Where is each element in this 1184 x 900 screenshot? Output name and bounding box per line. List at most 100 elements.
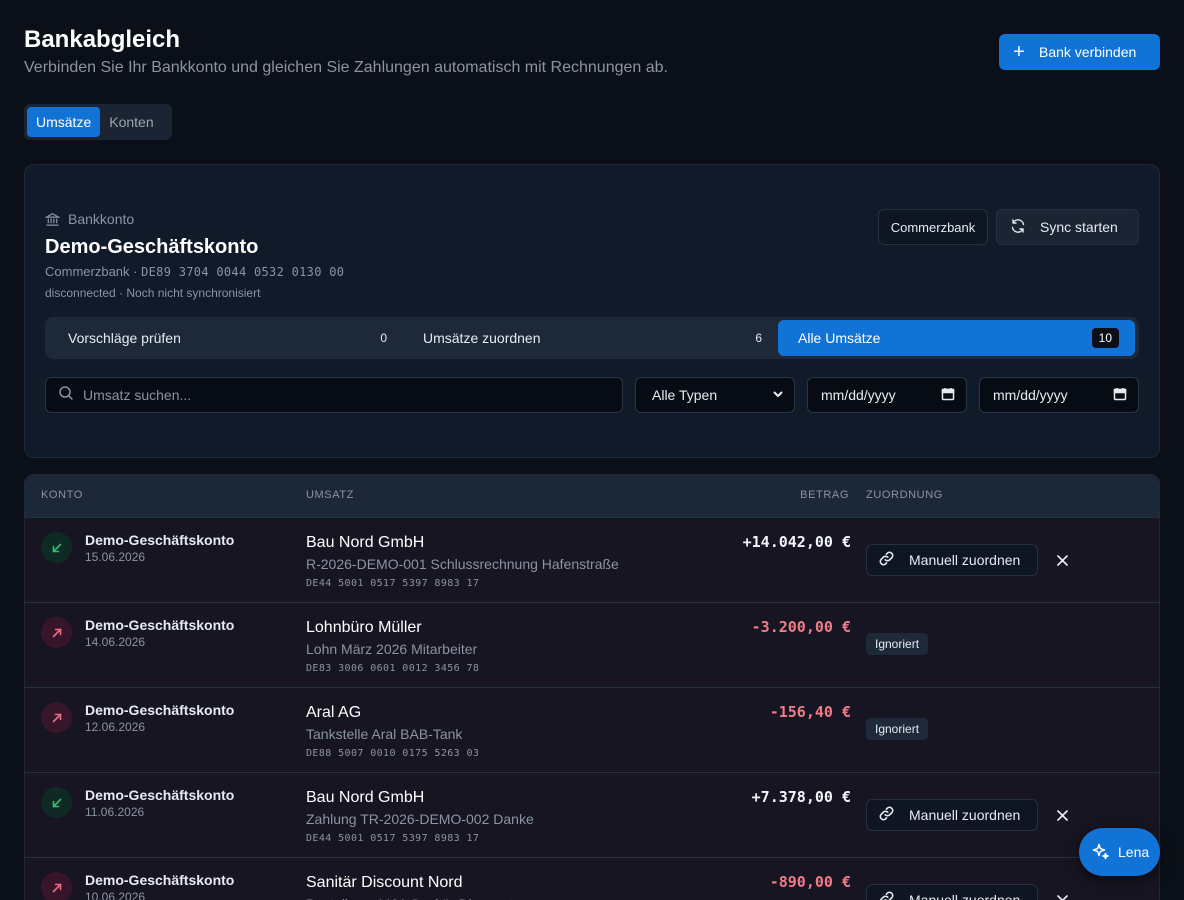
row-account: Demo-Geschäftskonto: [85, 702, 235, 718]
bank-select-button[interactable]: Commerzbank: [878, 209, 988, 245]
view-tabs: Umsätze Konten: [24, 104, 172, 140]
table-row[interactable]: Demo-Geschäftskonto 14.06.2026 Lohnbüro Mü…: [25, 602, 1159, 687]
link-icon: [878, 550, 895, 570]
row-amount: -890,00 €: [769, 873, 851, 891]
manual-assign-button[interactable]: Manuell zuordnen: [866, 544, 1038, 576]
row-date: 10.06.2026: [85, 890, 146, 900]
calendar-icon[interactable]: [941, 387, 955, 404]
manual-assign-label: Manuell zuordnen: [909, 552, 1021, 568]
manual-assign-label: Manuell zuordnen: [909, 807, 1021, 823]
table-row[interactable]: Demo-Geschäftskonto 15.06.2026 Bau Nord Gm…: [25, 517, 1159, 602]
row-amount: +7.378,00 €: [751, 788, 851, 806]
account-iban: DE89 3704 0044 0532 0130 00: [141, 265, 345, 279]
page-subtitle: Verbinden Sie Ihr Bankkonto und gleichen…: [24, 59, 668, 76]
row-purpose: Bestellung 4431 Sanitär Discount: [306, 896, 513, 900]
type-select[interactable]: Alle Typen: [635, 377, 795, 413]
close-icon[interactable]: [1052, 803, 1072, 827]
row-amount: +14.042,00 €: [742, 533, 851, 551]
segment-label: Vorschläge prüfen: [68, 330, 181, 346]
table-row[interactable]: Demo-Geschäftskonto 10.06.2026 Sanitär Dis…: [25, 857, 1159, 900]
tab-umsaetze[interactable]: Umsätze: [27, 107, 101, 137]
date-to-value: mm/dd/yyyy: [993, 387, 1068, 403]
segment-vorschlaege[interactable]: Vorschläge prüfen 0: [48, 320, 403, 356]
row-counterparty: Lohnbüro Müller: [306, 619, 422, 636]
table-row[interactable]: Demo-Geschäftskonto 11.06.2026 Bau Nord Gm…: [25, 772, 1159, 857]
column-header-betrag: BETRAG: [800, 489, 849, 501]
account-status: disconnected · Noch nicht synchronisiert: [45, 286, 261, 300]
segment-alle[interactable]: Alle Umsätze 10: [778, 320, 1135, 356]
row-iban: DE44 5001 0517 5397 8983 17: [306, 578, 480, 589]
bank-account-card: Bankkonto Demo-Geschäftskonto Commerzban…: [24, 164, 1160, 458]
row-purpose: Zahlung TR-2026-DEMO-002 Danke: [306, 811, 534, 827]
column-header-umsatz: UMSATZ: [306, 489, 355, 501]
segment-count: 10: [1091, 328, 1119, 348]
tab-konten[interactable]: Konten: [100, 107, 162, 137]
arrow-up-right-icon: [41, 872, 72, 900]
manual-assign-label: Manuell zuordnen: [909, 892, 1021, 900]
row-amount: -156,40 €: [769, 703, 851, 721]
transactions-table: KONTO UMSATZ BETRAG ZUORDNUNG Demo-Gesch…: [24, 474, 1160, 900]
search-input[interactable]: [83, 387, 603, 403]
row-iban: DE83 3006 0601 0012 3456 78: [306, 663, 480, 674]
calendar-icon[interactable]: [1113, 387, 1127, 404]
ignored-badge: Ignoriert: [866, 633, 929, 655]
account-separator: ·: [133, 264, 138, 279]
row-account: Demo-Geschäftskonto: [85, 872, 235, 888]
arrow-up-right-icon: [41, 702, 72, 733]
account-details: Commerzbank · DE89 3704 0044 0532 0130 0…: [45, 264, 344, 279]
connect-bank-button[interactable]: + Bank verbinden: [999, 34, 1160, 70]
sync-label: Sync starten: [1040, 219, 1118, 235]
row-counterparty: Sanitär Discount Nord: [306, 874, 463, 891]
manual-assign-button[interactable]: Manuell zuordnen: [866, 799, 1038, 831]
row-amount: -3.200,00 €: [751, 618, 851, 636]
plus-icon: +: [1013, 41, 1025, 63]
row-counterparty: Bau Nord GmbH: [306, 789, 425, 806]
column-header-zuordnung: ZUORDNUNG: [866, 489, 943, 501]
manual-assign-button[interactable]: Manuell zuordnen: [866, 884, 1038, 900]
bank-account-caption: Bankkonto: [68, 211, 135, 227]
column-header-konto: KONTO: [41, 489, 83, 501]
bank-icon: [45, 212, 60, 227]
segment-count: 6: [755, 331, 762, 345]
search-box: [45, 377, 623, 413]
row-date: 15.06.2026: [85, 550, 146, 564]
row-date: 14.06.2026: [85, 635, 146, 649]
row-account: Demo-Geschäftskonto: [85, 532, 235, 548]
segment-zuordnen[interactable]: Umsätze zuordnen 6: [403, 320, 778, 356]
chevron-down-icon: [772, 387, 784, 403]
ignored-badge: Ignoriert: [866, 718, 929, 740]
row-iban: DE88 5007 0010 0175 5263 03: [306, 748, 480, 759]
close-icon[interactable]: [1052, 888, 1072, 900]
sync-button[interactable]: Sync starten: [996, 209, 1139, 245]
segment-count: 0: [380, 331, 387, 345]
search-icon: [58, 385, 74, 406]
date-to-field[interactable]: mm/dd/yyyy: [979, 377, 1139, 413]
assistant-button[interactable]: Lena: [1079, 828, 1160, 876]
row-purpose: R-2026-DEMO-001 Schlussrechnung Hafenstr…: [306, 556, 619, 572]
row-iban: DE44 5001 0517 5397 8983 17: [306, 833, 480, 844]
arrow-down-left-icon: [41, 532, 72, 563]
date-from-field[interactable]: mm/dd/yyyy: [807, 377, 967, 413]
table-row[interactable]: Demo-Geschäftskonto 12.06.2026 Aral AG Tank…: [25, 687, 1159, 772]
account-bank: Commerzbank: [45, 264, 130, 279]
sparkles-icon: [1092, 842, 1110, 863]
assistant-label: Lena: [1118, 844, 1150, 860]
transaction-filter-segments: Vorschläge prüfen 0 Umsätze zuordnen 6 A…: [45, 317, 1139, 359]
arrow-up-right-icon: [41, 617, 72, 648]
row-account: Demo-Geschäftskonto: [85, 787, 235, 803]
refresh-icon: [1010, 218, 1026, 237]
bank-account-label: Bankkonto: [45, 211, 134, 227]
date-from-value: mm/dd/yyyy: [821, 387, 896, 403]
row-counterparty: Aral AG: [306, 704, 362, 721]
page-title: Bankabgleich: [24, 26, 181, 53]
link-icon: [878, 890, 895, 900]
row-counterparty: Bau Nord GmbH: [306, 534, 425, 551]
segment-label: Umsätze zuordnen: [423, 330, 541, 346]
row-account: Demo-Geschäftskonto: [85, 617, 235, 633]
close-icon[interactable]: [1052, 548, 1072, 572]
link-icon: [878, 805, 895, 825]
row-date: 11.06.2026: [85, 805, 145, 819]
row-purpose: Tankstelle Aral BAB-Tank: [306, 726, 463, 742]
connect-bank-label: Bank verbinden: [1039, 44, 1137, 60]
segment-label: Alle Umsätze: [798, 330, 881, 346]
